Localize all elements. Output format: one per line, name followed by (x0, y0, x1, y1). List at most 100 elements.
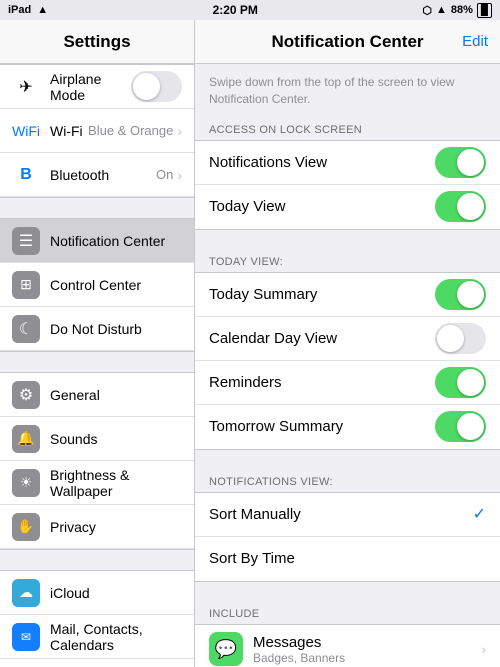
bluetooth-icon: B (12, 161, 40, 189)
calendar-day-view-row: Calendar Day View (195, 317, 500, 361)
include-messages-text: Messages Badges, Banners (253, 634, 481, 665)
settings-nav-title: Settings (63, 32, 130, 52)
access-section-header: ACCESS ON LOCK SCREEN (195, 118, 500, 140)
include-settings-group: 💬 Messages Badges, Banners › ☰ Reminders… (195, 624, 500, 667)
privacy-icon: ✋ (12, 513, 40, 541)
sidebar-item-wifi[interactable]: WiFi Wi-Fi Blue & Orange › (0, 109, 194, 153)
sidebar-general-group: ⚙ General 🔔 Sounds ☀ Brightness & Wallpa… (0, 372, 194, 550)
calendar-day-view-label: Calendar Day View (209, 330, 435, 347)
carrier-label: iPad (8, 4, 31, 16)
sort-manually-check: ✓ (473, 504, 486, 524)
sidebar-item-mail[interactable]: ✉ Mail, Contacts, Calendars (0, 615, 194, 659)
nav-right-section: Notification Center Edit (195, 32, 500, 52)
include-messages-row[interactable]: 💬 Messages Badges, Banners › (195, 625, 500, 667)
notifications-section-header: NOTIFICATIONS VIEW: (195, 470, 500, 492)
access-settings-group: Notifications View Today View (195, 140, 500, 230)
wifi-strength-icon: ▲ (436, 4, 447, 16)
gap-3 (195, 582, 500, 602)
sidebar-item-general[interactable]: ⚙ General (0, 373, 194, 417)
control-center-label: Control Center (50, 277, 182, 293)
sidebar-item-notification-center[interactable]: ☰ Notification Center (0, 219, 194, 263)
notification-center-nav-title: Notification Center (271, 32, 423, 52)
bluetooth-label: Bluetooth (50, 167, 156, 183)
battery-icon: █ (477, 3, 492, 18)
panel-hint: Swipe down from the top of the screen to… (195, 64, 500, 118)
sidebar-item-bluetooth[interactable]: B Bluetooth On › (0, 153, 194, 197)
control-center-icon: ⊞ (12, 271, 40, 299)
mail-icon: ✉ (12, 623, 40, 651)
battery-label: 88% (451, 4, 473, 16)
sidebar-item-control-center[interactable]: ⊞ Control Center (0, 263, 194, 307)
sort-by-time-label: Sort By Time (209, 550, 486, 567)
wifi-label: Wi-Fi (50, 123, 88, 139)
nav-left-section: Settings (0, 20, 195, 63)
do-not-disturb-label: Do Not Disturb (50, 321, 182, 337)
divider-2 (0, 352, 194, 372)
sidebar-item-notes[interactable]: 📝 Notes (0, 659, 194, 667)
sidebar-item-airplane[interactable]: ✈ Airplane Mode (0, 65, 194, 109)
general-icon: ⚙ (12, 381, 40, 409)
sidebar-item-sounds[interactable]: 🔔 Sounds (0, 417, 194, 461)
bluetooth-icon: ⬡ (422, 4, 432, 17)
messages-chevron-icon: › (481, 641, 486, 657)
include-section-header: INCLUDE (195, 602, 500, 624)
notifications-view-label: Notifications View (209, 154, 435, 171)
status-right: ⬡ ▲ 88% █ (422, 3, 492, 18)
sidebar-notification-group: ☰ Notification Center ⊞ Control Center ☾… (0, 218, 194, 352)
today-view-toggle[interactable] (435, 191, 486, 222)
wifi-value: Blue & Orange (88, 123, 173, 138)
today-section-header: TODAY VIEW: (195, 250, 500, 272)
gap-2 (195, 450, 500, 470)
today-summary-toggle[interactable] (435, 279, 486, 310)
include-messages-name: Messages (253, 634, 481, 651)
general-label: General (50, 387, 182, 403)
sort-manually-row[interactable]: Sort Manually ✓ (195, 493, 500, 537)
time-label: 2:20 PM (213, 3, 258, 17)
do-not-disturb-icon: ☾ (12, 315, 40, 343)
tomorrow-summary-label: Tomorrow Summary (209, 418, 435, 435)
wifi-icon: WiFi (12, 117, 40, 145)
include-messages-icon: 💬 (209, 632, 243, 666)
status-bar: iPad ▲ 2:20 PM ⬡ ▲ 88% █ (0, 0, 500, 20)
sort-settings-group: Sort Manually ✓ Sort By Time (195, 492, 500, 582)
wifi-chevron: › (177, 123, 182, 139)
gap-1 (195, 230, 500, 250)
bluetooth-value: On (156, 167, 173, 182)
sidebar: ✈ Airplane Mode WiFi Wi-Fi Blue & Orange… (0, 64, 195, 667)
sidebar-item-privacy[interactable]: ✋ Privacy (0, 505, 194, 549)
today-view-label: Today View (209, 198, 435, 215)
today-summary-row: Today Summary (195, 273, 500, 317)
sort-by-time-row[interactable]: Sort By Time (195, 537, 500, 581)
sort-manually-label: Sort Manually (209, 506, 473, 523)
notifications-view-toggle[interactable] (435, 147, 486, 178)
sidebar-top-group: ✈ Airplane Mode WiFi Wi-Fi Blue & Orange… (0, 64, 194, 198)
mail-label: Mail, Contacts, Calendars (50, 621, 182, 653)
reminders-toggle[interactable] (435, 367, 486, 398)
divider-3 (0, 550, 194, 570)
airplane-toggle[interactable] (131, 71, 182, 102)
airplane-label: Airplane Mode (50, 71, 131, 103)
brightness-label: Brightness & Wallpaper (50, 467, 182, 499)
today-summary-label: Today Summary (209, 286, 435, 303)
calendar-day-view-toggle[interactable] (435, 323, 486, 354)
tomorrow-summary-toggle[interactable] (435, 411, 486, 442)
bluetooth-chevron: › (177, 167, 182, 183)
privacy-label: Privacy (50, 519, 182, 535)
today-settings-group: Today Summary Calendar Day View Reminder… (195, 272, 500, 450)
sidebar-cloud-group: ☁ iCloud ✉ Mail, Contacts, Calendars 📝 N… (0, 570, 194, 667)
edit-button[interactable]: Edit (462, 33, 488, 50)
include-messages-sub: Badges, Banners (253, 651, 481, 665)
sidebar-item-brightness[interactable]: ☀ Brightness & Wallpaper (0, 461, 194, 505)
sidebar-item-icloud[interactable]: ☁ iCloud (0, 571, 194, 615)
notifications-view-row: Notifications View (195, 141, 500, 185)
icloud-label: iCloud (50, 585, 182, 601)
notification-center-icon: ☰ (12, 227, 40, 255)
tomorrow-summary-row: Tomorrow Summary (195, 405, 500, 449)
nav-bar: Settings Notification Center Edit (0, 20, 500, 64)
sidebar-item-do-not-disturb[interactable]: ☾ Do Not Disturb (0, 307, 194, 351)
right-panel: Swipe down from the top of the screen to… (195, 64, 500, 667)
icloud-icon: ☁ (12, 579, 40, 607)
today-view-row: Today View (195, 185, 500, 229)
reminders-row: Reminders (195, 361, 500, 405)
status-left: iPad ▲ (8, 4, 48, 16)
